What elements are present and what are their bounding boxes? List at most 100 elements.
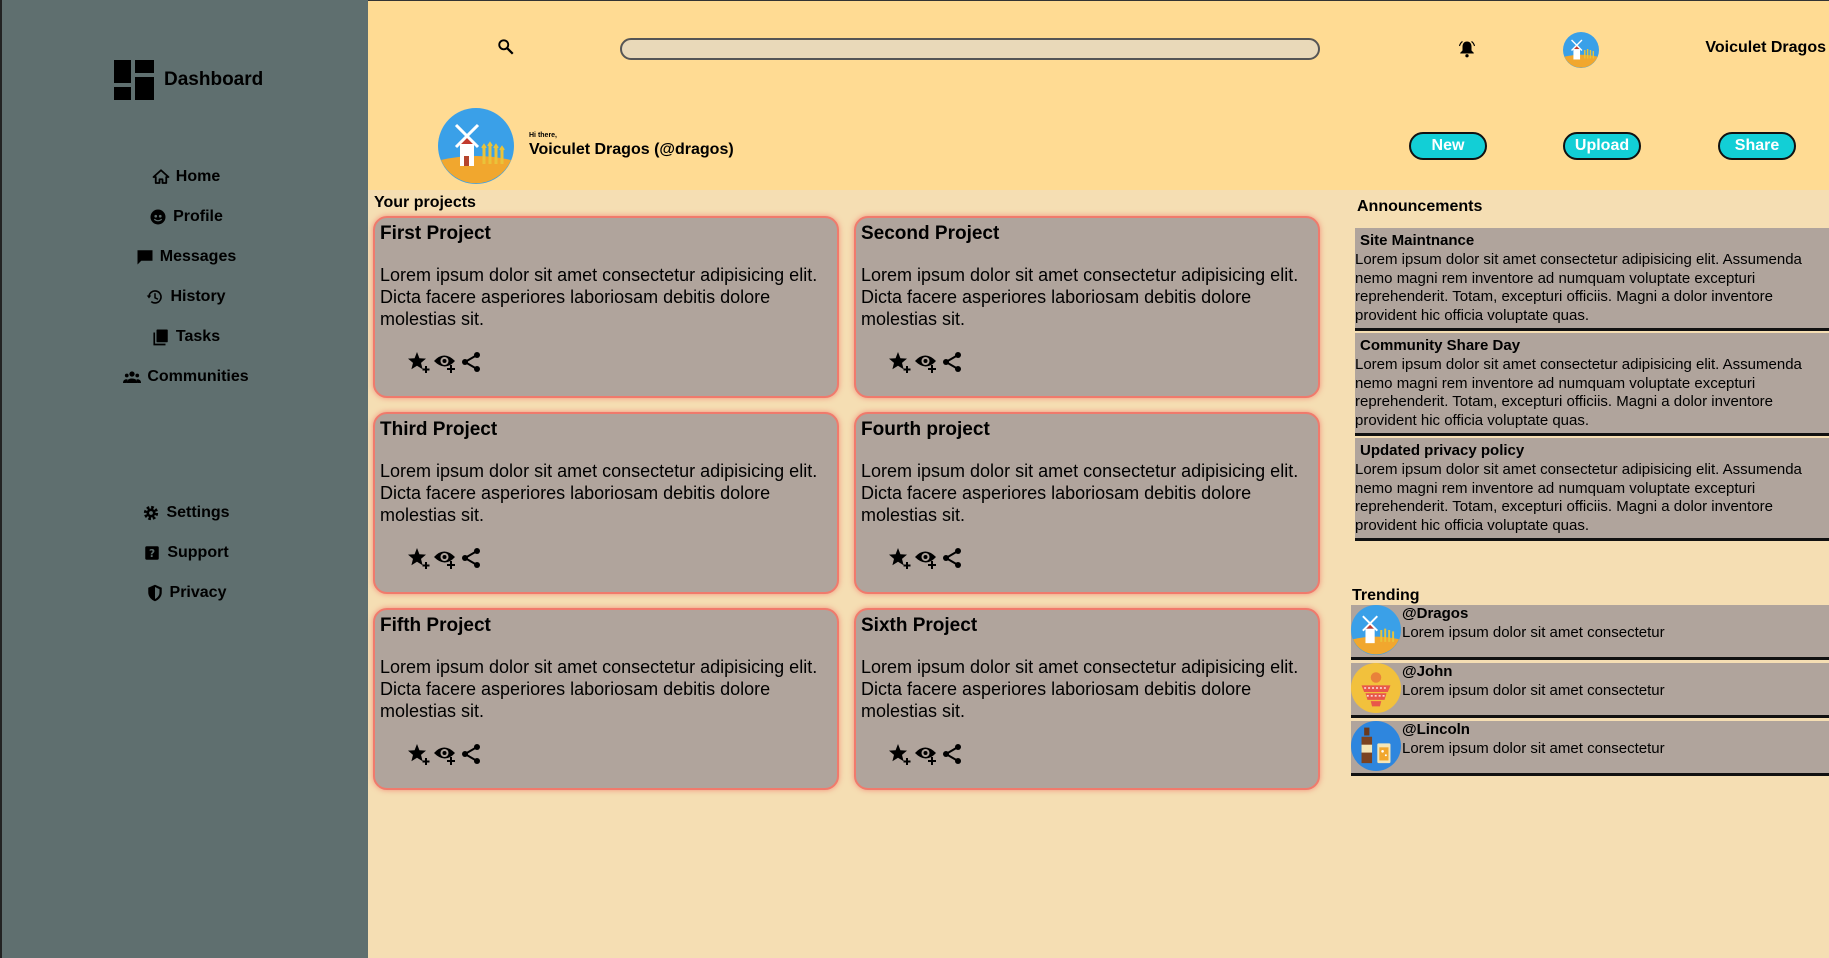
announcement-item: Community Share Day Lorem ipsum dolor si… xyxy=(1355,333,1829,436)
trending-handle[interactable]: @Lincoln xyxy=(1402,721,1470,738)
watch-add-icon[interactable] xyxy=(914,546,938,570)
project-title: Third Project xyxy=(380,419,498,440)
watch-add-icon[interactable] xyxy=(914,742,938,766)
star-add-icon[interactable] xyxy=(888,350,912,374)
share-icon[interactable] xyxy=(459,742,483,766)
project-description: Lorem ipsum dolor sit amet consectetur a… xyxy=(861,461,1299,525)
star-add-icon[interactable] xyxy=(888,742,912,766)
cupcakes-avatar xyxy=(1351,663,1401,713)
projects-title: Your projects xyxy=(374,194,476,211)
nav-label: Privacy xyxy=(169,584,227,601)
watch-add-icon[interactable] xyxy=(433,742,457,766)
header-user-name[interactable]: Voiculet Dragos xyxy=(1686,39,1826,57)
nav-item-profile[interactable]: Profile xyxy=(2,197,370,237)
bottle-avatar xyxy=(1351,721,1401,771)
share-icon[interactable] xyxy=(459,350,483,374)
announcements-title: Announcements xyxy=(1357,198,1483,215)
nav-item-communities[interactable]: Communities xyxy=(2,357,370,397)
user-avatar[interactable] xyxy=(1563,32,1599,68)
share-icon[interactable] xyxy=(940,350,964,374)
trending-text: Lorem ipsum dolor sit amet consectetur xyxy=(1402,740,1665,757)
project-card[interactable]: Sixth Project Lorem ipsum dolor sit amet… xyxy=(854,608,1320,790)
nav-item-tasks[interactable]: Tasks xyxy=(2,317,370,357)
tasks-icon xyxy=(153,329,168,346)
trending-handle[interactable]: @Dragos xyxy=(1402,605,1468,622)
project-actions xyxy=(407,742,483,766)
announcement-title: Community Share Day xyxy=(1360,337,1521,354)
nav-label: Tasks xyxy=(175,328,221,345)
trending-item[interactable]: @John Lorem ipsum dolor sit amet consect… xyxy=(1351,663,1829,718)
nav-label: Home xyxy=(175,168,221,185)
share-icon[interactable] xyxy=(940,742,964,766)
announcement-text: Lorem ipsum dolor sit amet consectetur a… xyxy=(1355,356,1802,429)
watch-add-icon[interactable] xyxy=(433,546,457,570)
nav-label: Communities xyxy=(147,368,249,385)
profile-icon xyxy=(150,209,166,225)
trending-text: Lorem ipsum dolor sit amet consectetur xyxy=(1402,624,1665,641)
greeting: Hi there, xyxy=(529,132,558,139)
project-title: First Project xyxy=(380,223,491,244)
project-title: Fourth project xyxy=(861,419,990,440)
share-icon[interactable] xyxy=(940,546,964,570)
project-card[interactable]: Fourth project Lorem ipsum dolor sit ame… xyxy=(854,412,1320,594)
trending-text: Lorem ipsum dolor sit amet consectetur xyxy=(1402,682,1665,699)
project-card[interactable]: Second Project Lorem ipsum dolor sit ame… xyxy=(854,216,1320,398)
announcement-title: Site Maintnance xyxy=(1360,232,1475,249)
star-add-icon[interactable] xyxy=(407,546,431,570)
project-card[interactable]: Third Project Lorem ipsum dolor sit amet… xyxy=(373,412,839,594)
announcement-item: Site Maintnance Lorem ipsum dolor sit am… xyxy=(1355,228,1829,331)
brand[interactable]: Dashboard xyxy=(114,60,263,100)
profile-avatar xyxy=(438,108,514,184)
nav-label: History xyxy=(170,288,226,305)
trending-title: Trending xyxy=(1352,587,1420,604)
trending-item[interactable]: @Lincoln Lorem ipsum dolor sit amet cons… xyxy=(1351,721,1829,776)
star-add-icon[interactable] xyxy=(407,350,431,374)
project-title: Sixth Project xyxy=(861,615,978,636)
history-icon xyxy=(147,290,163,304)
watch-add-icon[interactable] xyxy=(433,350,457,374)
new-button[interactable]: New xyxy=(1409,132,1487,160)
nav-label: Settings xyxy=(166,504,230,521)
project-title: Fifth Project xyxy=(380,615,491,636)
project-description: Lorem ipsum dolor sit amet consectetur a… xyxy=(861,265,1299,329)
gear-icon xyxy=(144,505,159,521)
search-icon[interactable] xyxy=(497,38,515,56)
search-input[interactable] xyxy=(620,38,1320,60)
project-actions xyxy=(888,350,964,374)
announcement-item: Updated privacy policy Lorem ipsum dolor… xyxy=(1355,438,1829,541)
header: Voiculet Dragos Hi there, Voiculet Drago… xyxy=(368,0,1829,190)
project-actions xyxy=(888,546,964,570)
bell-icon[interactable] xyxy=(1458,40,1476,58)
nav-item-settings[interactable]: Settings xyxy=(2,493,370,533)
share-icon[interactable] xyxy=(459,546,483,570)
star-add-icon[interactable] xyxy=(407,742,431,766)
project-actions xyxy=(888,742,964,766)
message-icon xyxy=(137,250,153,265)
nav-item-messages[interactable]: Messages xyxy=(2,237,370,277)
upload-button[interactable]: Upload xyxy=(1563,132,1641,160)
greeting-name: Voiculet Dragos (@dragos) xyxy=(529,141,734,158)
nav-item-home[interactable]: Home xyxy=(2,157,370,197)
project-actions xyxy=(407,350,483,374)
trending-item[interactable]: @Dragos Lorem ipsum dolor sit amet conse… xyxy=(1351,605,1829,660)
nav-item-privacy[interactable]: Privacy xyxy=(2,573,370,613)
watch-add-icon[interactable] xyxy=(914,350,938,374)
nav-label: Support xyxy=(167,544,229,561)
help-icon: ? xyxy=(145,546,160,560)
shield-icon xyxy=(147,584,162,602)
nav-item-history[interactable]: History xyxy=(2,277,370,317)
share-button[interactable]: Share xyxy=(1718,132,1796,160)
project-description: Lorem ipsum dolor sit amet consectetur a… xyxy=(861,657,1299,721)
project-card[interactable]: First Project Lorem ipsum dolor sit amet… xyxy=(373,216,839,398)
announcement-text: Lorem ipsum dolor sit amet consectetur a… xyxy=(1355,251,1802,324)
project-card[interactable]: Fifth Project Lorem ipsum dolor sit amet… xyxy=(373,608,839,790)
trending-handle[interactable]: @John xyxy=(1402,663,1452,680)
secondary-nav: Settings ? Support Privacy xyxy=(2,493,370,613)
dashboard-icon xyxy=(114,60,154,100)
announcement-title: Updated privacy policy xyxy=(1360,442,1525,459)
home-icon xyxy=(152,169,170,184)
windmill-avatar xyxy=(1351,605,1401,655)
communities-icon xyxy=(123,371,142,383)
star-add-icon[interactable] xyxy=(888,546,912,570)
nav-item-support[interactable]: ? Support xyxy=(2,533,370,573)
